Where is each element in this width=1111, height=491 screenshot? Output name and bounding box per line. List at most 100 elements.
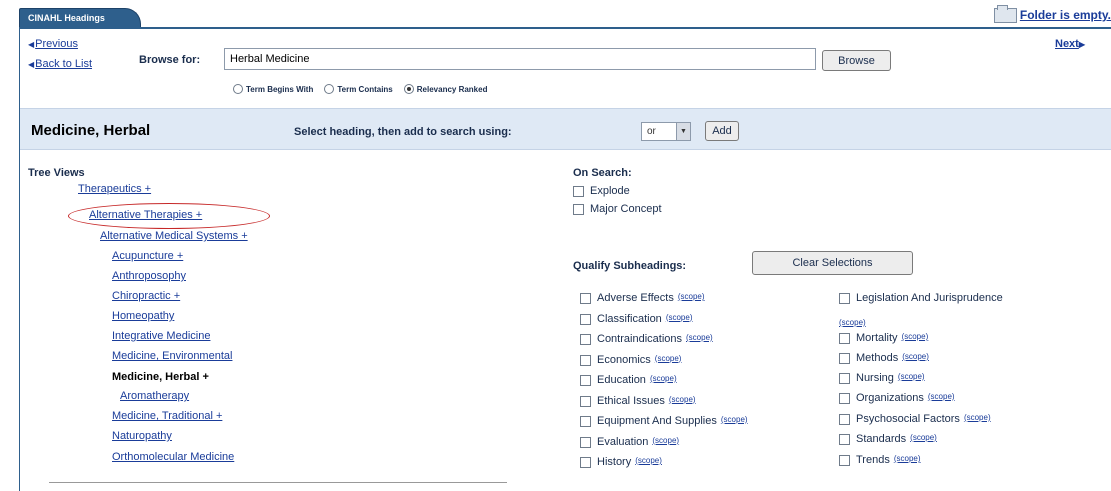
checkbox-label: Legislation And Jurisprudence — [856, 292, 1003, 304]
subheading-standards: Standards (scope) — [839, 433, 937, 445]
operator-select[interactable]: or ▼ — [641, 122, 691, 141]
radio-button[interactable] — [403, 84, 414, 94]
checkbox[interactable] — [839, 293, 850, 304]
scope-link[interactable]: (scope) — [666, 313, 693, 322]
checkbox[interactable] — [580, 354, 591, 366]
checkbox-label: History — [597, 456, 632, 468]
tree-item-anthroposophy[interactable]: Anthroposophy — [112, 270, 186, 282]
scope-link[interactable]: (scope) — [721, 415, 748, 424]
scope-link[interactable]: (scope) — [910, 433, 937, 442]
radio-term-begins-with[interactable]: Term Begins With — [233, 84, 313, 94]
checkbox-label: Methods — [856, 352, 899, 364]
checkbox-label: Education — [597, 374, 646, 386]
scope-link[interactable]: (scope) — [655, 354, 682, 363]
checkbox[interactable] — [573, 204, 584, 215]
checkbox[interactable] — [580, 313, 591, 325]
checkbox[interactable] — [580, 457, 591, 468]
folder-empty-link[interactable]: Folder is empty. — [1020, 8, 1111, 22]
tree-item-medicine-traditional[interactable]: Medicine, Traditional + — [112, 410, 222, 422]
tree-item-chiropractic[interactable]: Chiropractic + — [112, 290, 180, 302]
back-to-list-link[interactable]: ◀Back to List — [28, 58, 92, 70]
previous-link[interactable]: ◀Previous — [28, 38, 78, 50]
operator-value: or — [647, 126, 656, 137]
subheading-trends: Trends (scope) — [839, 454, 921, 466]
cinahl-headings-tab[interactable]: CINAHL Headings — [19, 8, 141, 27]
scope-link[interactable]: (scope) — [669, 395, 696, 404]
checkbox[interactable] — [580, 395, 591, 407]
subheading-ethical-issues: Ethical Issues (scope) — [580, 395, 696, 407]
checkbox[interactable] — [580, 375, 591, 386]
heading-title: Medicine, Herbal — [31, 122, 151, 139]
folder-status[interactable]: Folder is empty. — [993, 4, 1111, 24]
scope-link[interactable]: (scope) — [898, 372, 925, 381]
tree-item-homeopathy[interactable]: Homeopathy — [112, 310, 174, 322]
checkbox-label: Organizations — [856, 392, 924, 404]
radio-label: Term Contains — [337, 84, 393, 94]
chevron-down-icon: ▼ — [676, 123, 690, 140]
tree-item-aromatherapy[interactable]: Aromatherapy — [120, 390, 189, 402]
divider — [49, 482, 507, 483]
browse-for-label: Browse for: — [139, 54, 201, 66]
checkbox[interactable] — [839, 393, 850, 404]
subheading-history: History (scope) — [580, 456, 662, 468]
subheading-contraindications: Contraindications (scope) — [580, 333, 713, 345]
checkbox-label: Adverse Effects — [597, 292, 674, 304]
checkbox[interactable] — [580, 334, 591, 345]
checkbox-label: Classification — [597, 312, 662, 325]
radio-label: Term Begins With — [246, 84, 314, 94]
on-search-title: On Search: — [573, 167, 632, 179]
next-link[interactable]: Next▶ — [1055, 38, 1086, 50]
tree-item-acupuncture[interactable]: Acupuncture + — [112, 250, 183, 262]
scope-link[interactable]: (scope) — [678, 292, 705, 301]
scope-link[interactable]: (scope) — [839, 318, 866, 327]
on-search-explode: Explode — [573, 185, 630, 197]
on-search-major-concept: Major Concept — [573, 203, 662, 215]
browse-button[interactable]: Browse — [822, 50, 891, 71]
clear-selections-button[interactable]: Clear Selections — [752, 251, 913, 275]
checkbox[interactable] — [580, 416, 591, 427]
scope-link[interactable]: (scope) — [686, 333, 713, 342]
scope-link[interactable]: (scope) — [928, 392, 955, 401]
browse-input[interactable] — [224, 48, 816, 70]
scope-link[interactable]: (scope) — [652, 436, 679, 445]
tree-item-naturopathy[interactable]: Naturopathy — [112, 430, 172, 442]
checkbox[interactable] — [839, 353, 850, 364]
add-button[interactable]: Add — [705, 121, 739, 141]
qualify-subheadings-label: Qualify Subheadings: — [573, 260, 687, 272]
radio-button[interactable] — [233, 84, 243, 94]
radio-relevancy-ranked[interactable]: Relevancy Ranked — [403, 84, 488, 94]
radio-label: Relevancy Ranked — [416, 84, 488, 94]
checkbox[interactable] — [580, 436, 591, 448]
checkbox[interactable] — [839, 414, 850, 425]
subheading-equipment-and-supplies: Equipment And Supplies (scope) — [580, 415, 748, 427]
checkbox[interactable] — [839, 373, 850, 384]
checkbox[interactable] — [839, 333, 850, 344]
tree-item-therapeutics[interactable]: Therapeutics + — [78, 183, 151, 195]
checkbox-label: Explode — [590, 185, 630, 197]
scope-link[interactable]: (scope) — [894, 454, 921, 463]
subheading-mortality: Mortality (scope) — [839, 332, 928, 344]
checkbox[interactable] — [573, 186, 584, 197]
scope-link[interactable]: (scope) — [902, 352, 929, 361]
scope-link[interactable]: (scope) — [902, 332, 929, 341]
tree-item-orthomolecular-medicine[interactable]: Orthomolecular Medicine — [112, 451, 234, 463]
subheading-adverse-effects: Adverse Effects (scope) — [580, 292, 705, 304]
checkbox-label: Equipment And Supplies — [597, 415, 717, 427]
checkbox[interactable] — [580, 293, 591, 304]
checkbox[interactable] — [839, 434, 850, 445]
radio-button[interactable] — [324, 84, 335, 94]
scope-link[interactable]: (scope) — [635, 456, 662, 465]
checkbox-label: Nursing — [856, 372, 894, 384]
highlight-annotation — [68, 203, 270, 229]
scope-link[interactable]: (scope) — [964, 413, 991, 422]
checkbox-label: Mortality — [856, 332, 898, 344]
tree-item-alternative-medical-systems[interactable]: Alternative Medical Systems + — [100, 230, 248, 242]
tree-item-integrative-medicine[interactable]: Integrative Medicine — [112, 330, 210, 342]
scope-link[interactable]: (scope) — [650, 374, 677, 383]
tree-item-medicine-environmental[interactable]: Medicine, Environmental — [112, 350, 232, 362]
radio-term-contains[interactable]: Term Contains — [324, 84, 393, 94]
checkbox[interactable] — [839, 455, 850, 466]
arrow-left-icon: ◀ — [28, 40, 35, 49]
checkbox-label: Ethical Issues — [597, 394, 665, 407]
tree-item-medicine-herbal: Medicine, Herbal + — [112, 371, 209, 383]
